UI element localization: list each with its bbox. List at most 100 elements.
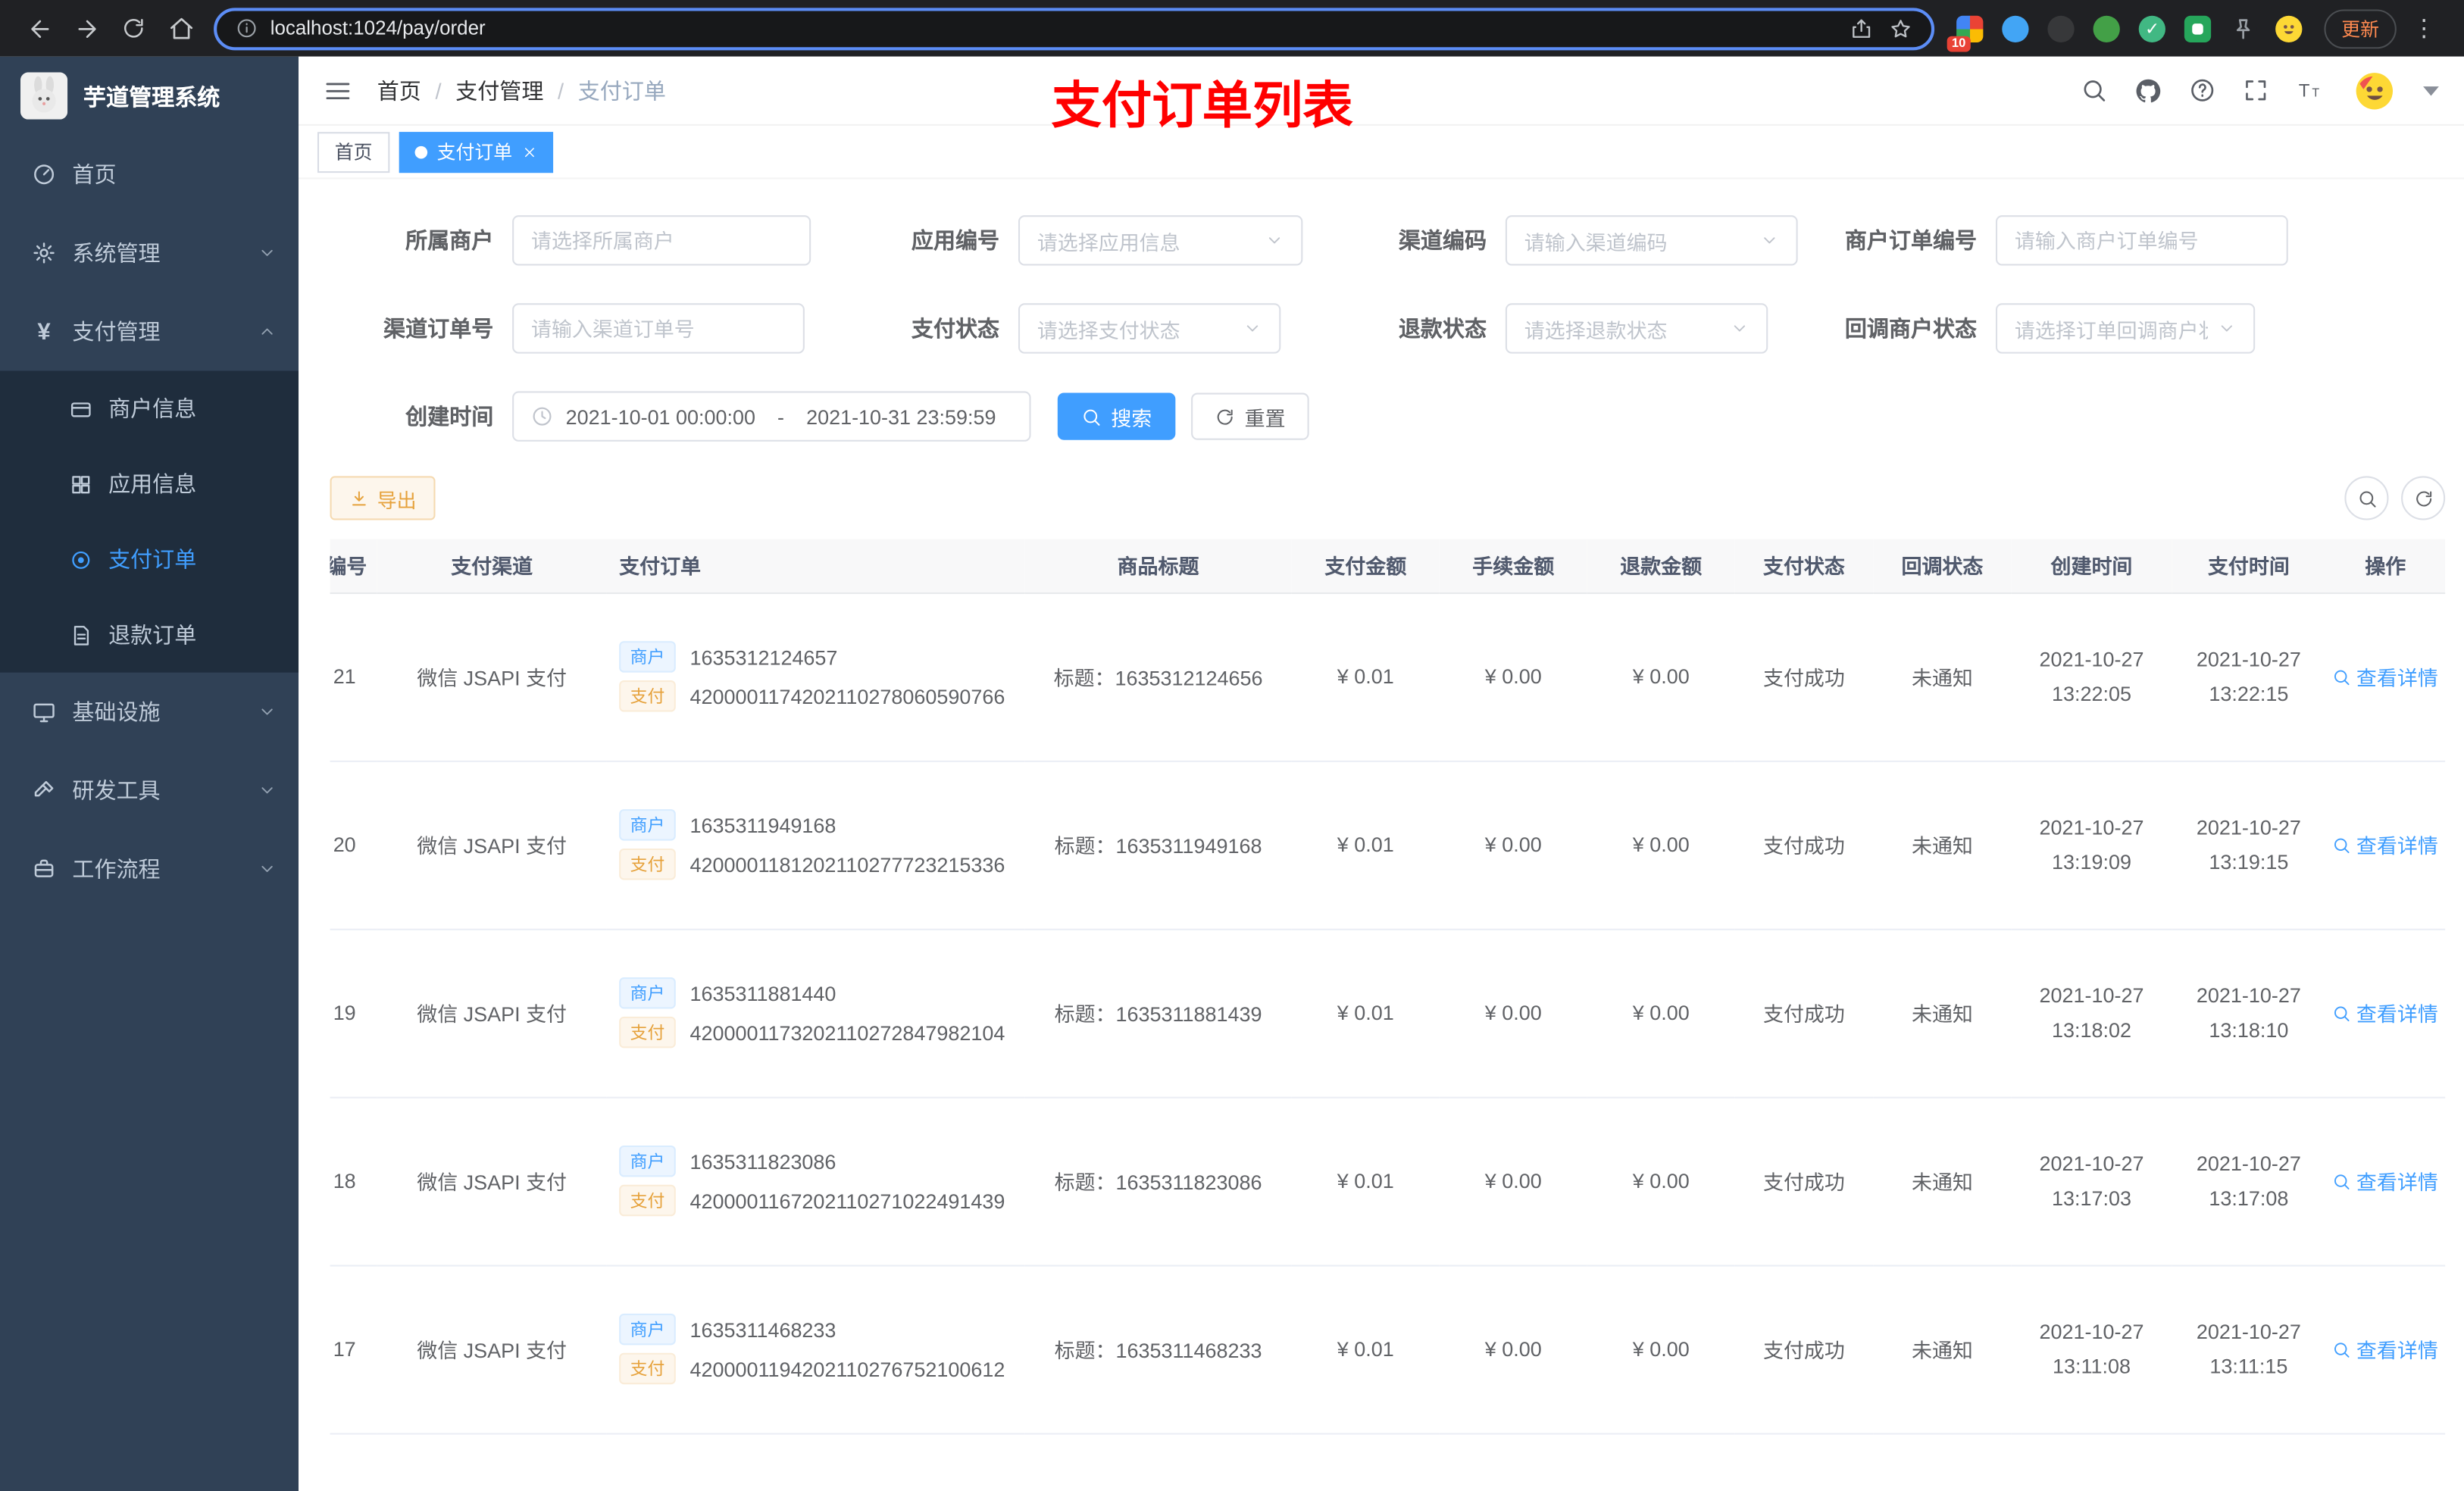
view-detail-link[interactable]: 查看详情 — [2333, 998, 2438, 1027]
sidebar-item-home[interactable]: 首页 — [0, 135, 299, 214]
tab-label: 首页 — [334, 141, 373, 164]
fee-amount: ¥ 0.00 — [1439, 592, 1587, 761]
channel-order-no-input[interactable] — [512, 303, 805, 354]
font-size-button[interactable]: TT — [2296, 77, 2325, 104]
search-icon — [2359, 490, 2375, 507]
share-button[interactable] — [1850, 17, 1873, 40]
view-detail-link[interactable]: 查看详情 — [2333, 1334, 2438, 1364]
pay-amount: ¥ 0.01 — [1291, 1096, 1440, 1266]
goods-title: 标题：1635312124656 — [1024, 592, 1292, 761]
merchant-tag: 商户 — [619, 1313, 676, 1346]
refund-status-select[interactable]: 请选择退款状态 — [1505, 303, 1768, 354]
browser-home-button[interactable] — [157, 5, 204, 52]
notify-status-select[interactable]: 请选择订单回调商户状态 — [1995, 303, 2256, 354]
app-title: 芋道管理系统 — [83, 86, 220, 111]
goods-title: 标题：1635311949168 — [1024, 760, 1292, 930]
merchant-order-no-input[interactable] — [1995, 215, 2288, 266]
breadcrumb-home[interactable]: 首页 — [377, 75, 421, 106]
sidebar-item-infra[interactable]: 基础设施 — [0, 673, 299, 752]
merchant-input-field[interactable] — [531, 228, 793, 252]
search-button[interactable]: 搜索 — [1057, 392, 1176, 440]
browser-menu-button[interactable]: ⋮ — [2412, 14, 2436, 42]
refresh-icon — [2416, 490, 2431, 506]
browser-forward-button[interactable] — [63, 5, 110, 52]
toggle-search-button[interactable] — [2344, 476, 2389, 520]
vue-devtools-icon[interactable] — [2138, 14, 2165, 42]
extension-icon[interactable] — [2184, 14, 2212, 42]
tab-home[interactable]: 首页 — [317, 131, 390, 173]
user-avatar[interactable] — [2353, 68, 2397, 112]
pay-tag: 支付 — [619, 1352, 676, 1385]
sidebar-item-pay-order[interactable]: 支付订单 — [0, 522, 299, 598]
site-info-icon[interactable] — [236, 17, 258, 39]
search-icon — [1083, 408, 1100, 425]
profile-avatar-icon[interactable] — [2275, 14, 2303, 42]
sidebar-item-refund-order[interactable]: 退款订单 — [0, 597, 299, 673]
search-icon — [2335, 1174, 2350, 1189]
tab-pay-order[interactable]: 支付订单 — [399, 131, 554, 173]
merchant-order-no-field[interactable] — [2014, 228, 2269, 252]
extension-icon[interactable] — [2047, 14, 2075, 42]
date-range-picker[interactable]: 2021-10-01 00:00:00 - 2021-10-31 23:59:5… — [512, 391, 1031, 442]
sidebar-item-app-info[interactable]: 应用信息 — [0, 446, 299, 522]
grid-icon — [72, 475, 90, 493]
merchant-tag: 商户 — [619, 809, 676, 841]
bookmark-button[interactable] — [1889, 17, 1912, 40]
browser-update-button[interactable]: 更新 — [2324, 8, 2397, 48]
browser-reload-button[interactable] — [110, 5, 157, 52]
pin-icon[interactable] — [2230, 14, 2257, 42]
col-header-actions: 操作 — [2325, 539, 2446, 593]
sidebar-item-workflow[interactable]: 工作流程 — [0, 830, 299, 908]
filter-label: 创建时间 — [405, 404, 494, 430]
order-id: 20 — [333, 833, 356, 857]
sidebar-item-system[interactable]: 系统管理 — [0, 214, 299, 292]
col-header-fee: 手续金额 — [1439, 539, 1587, 593]
view-detail-link[interactable]: 查看详情 — [2333, 661, 2438, 691]
notify-status: 未通知 — [1873, 1264, 2012, 1434]
pay-status: 支付成功 — [1734, 1096, 1874, 1266]
sidebar-item-devtools[interactable]: 研发工具 — [0, 751, 299, 830]
orders-table: 编号 支付渠道 支付订单 商品标题 支付金额 手续金额 退款金额 支付状态 回调… — [330, 539, 2446, 1491]
notify-status: 未通知 — [1873, 592, 2012, 761]
close-icon[interactable] — [522, 144, 538, 160]
paid-time: 2021-10-27 13:11:15 — [2172, 1264, 2326, 1434]
channel-order-no-field[interactable] — [531, 316, 786, 341]
created-time: 2021-10-27 13:19:09 — [2011, 760, 2172, 930]
browser-chrome: localhost:1024/pay/order 10 ✓ 更新 ⋮ — [0, 0, 2464, 57]
reset-button[interactable]: 重置 — [1191, 392, 1309, 440]
notify-status: 未通知 — [1873, 928, 2012, 1098]
order-id: 21 — [333, 664, 356, 689]
extension-icon[interactable] — [2002, 14, 2029, 42]
avatar-dropdown-caret[interactable] — [2423, 86, 2439, 95]
extension-icon[interactable]: 10 — [1946, 14, 1984, 52]
refresh-table-button[interactable] — [2401, 476, 2446, 520]
yen-icon: ¥ — [37, 317, 51, 345]
fullscreen-button[interactable] — [2243, 77, 2269, 104]
select-placeholder: 请选择退款状态 — [1524, 317, 1668, 342]
sidebar-item-merchant-info[interactable]: 商户信息 — [0, 370, 299, 446]
header-search-button[interactable] — [2081, 77, 2107, 104]
view-detail-link[interactable]: 查看详情 — [2333, 1166, 2438, 1196]
help-button[interactable] — [2189, 77, 2215, 104]
refund-amount: ¥ 0.00 — [1587, 1096, 1735, 1266]
sidebar-item-payment[interactable]: ¥ 支付管理 — [0, 292, 299, 371]
address-bar[interactable]: localhost:1024/pay/order — [214, 7, 1935, 50]
question-icon — [2191, 79, 2214, 102]
export-button[interactable]: 导出 — [330, 476, 436, 520]
merchant-order-no: 1635311881440 — [689, 981, 836, 1005]
browser-back-button[interactable] — [16, 5, 63, 52]
collapse-sidebar-button[interactable] — [324, 77, 352, 105]
pay-amount: ¥ 0.01 — [1291, 760, 1440, 930]
chevron-down-icon — [261, 787, 273, 794]
table-row: 商户1635311415786 — [330, 1433, 2446, 1491]
github-button[interactable] — [2134, 77, 2162, 105]
pay-status-select[interactable]: 请选择支付状态 — [1018, 303, 1281, 354]
app-select[interactable]: 请选择应用信息 — [1018, 215, 1303, 266]
channel-code-select[interactable]: 请输入渠道编码 — [1505, 215, 1798, 266]
view-detail-link[interactable]: 查看详情 — [2333, 830, 2438, 859]
gear-icon — [33, 242, 55, 264]
merchant-input[interactable] — [512, 215, 811, 266]
breadcrumb-payment[interactable]: 支付管理 — [455, 75, 543, 106]
extension-icon[interactable] — [2093, 14, 2120, 42]
chevron-down-icon — [1268, 237, 1280, 244]
